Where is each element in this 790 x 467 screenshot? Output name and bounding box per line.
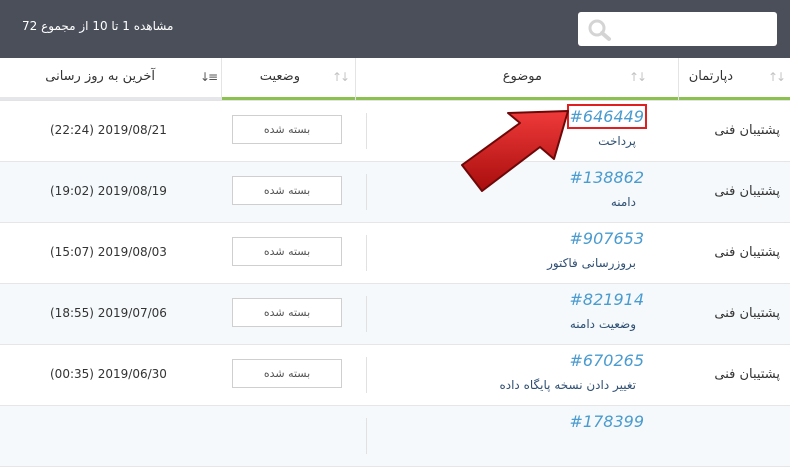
red-arrow-annotation-icon — [461, 110, 569, 192]
column-header-subject[interactable]: موضوع ↑↓ — [356, 58, 678, 100]
column-header-department[interactable]: دپارتمان ↑↓ — [679, 58, 790, 100]
column-header-last-updated[interactable]: آخرین به روز رسانی ↓≡ — [0, 58, 221, 100]
department-cell: پشتیبان فنی — [714, 123, 780, 138]
last-updated-cell: (00:35) 2019/06/30 — [50, 367, 167, 381]
ticket-id-link[interactable]: #670265 — [570, 351, 644, 370]
status-badge: بسته شده — [232, 298, 342, 327]
table-row[interactable]: پشتیبان فنی #138862 دامنه بسته شده (19:0… — [0, 162, 790, 223]
sort-icon: ↑↓ — [332, 70, 350, 84]
column-label-department: دپارتمان — [688, 69, 733, 84]
table-header: دپارتمان ↑↓ موضوع ↑↓ وضعیت ↑↓ آخرین به ر… — [0, 58, 790, 101]
table-row[interactable]: پشتیبان فنی #821914 وضعیت دامنه بسته شده… — [0, 284, 790, 345]
table-row[interactable]: #178399 — [0, 406, 790, 467]
department-cell: پشتیبان فنی — [714, 245, 780, 260]
ticket-subject-link[interactable]: بروزرسانی فاکتور — [547, 256, 636, 270]
ticket-id-link[interactable]: #138862 — [570, 168, 644, 187]
cell-divider — [366, 357, 367, 393]
status-badge: بسته شده — [232, 176, 342, 205]
cell-divider — [366, 174, 367, 210]
ticket-subject-link[interactable]: تغییر دادن نسخه پایگاه داده — [499, 378, 636, 392]
search-icon — [588, 19, 611, 41]
table-row[interactable]: پشتیبان فنی #646449 پرداخت بسته شده (22:… — [0, 101, 790, 162]
department-cell: پشتیبان فنی — [714, 367, 780, 382]
ticket-id-link[interactable]: #646449 — [566, 104, 648, 129]
top-toolbar: مشاهده 1 تا 10 از مجموع 72 — [0, 0, 790, 58]
column-divider — [355, 58, 356, 100]
column-header-status[interactable]: وضعیت ↑↓ — [222, 58, 355, 100]
ticket-subject-link[interactable]: وضعیت دامنه — [570, 317, 636, 331]
department-cell: پشتیبان فنی — [714, 184, 780, 199]
results-count: مشاهده 1 تا 10 از مجموع 72 — [22, 19, 174, 33]
sort-descending-icon: ↓≡ — [200, 70, 218, 84]
last-updated-cell: (22:24) 2019/08/21 — [50, 123, 167, 137]
ticket-id-link[interactable]: #178399 — [570, 412, 644, 431]
last-updated-cell: (18:55) 2019/07/06 — [50, 306, 167, 320]
search-input[interactable] — [578, 12, 777, 46]
table-row[interactable]: پشتیبان فنی #670265 تغییر دادن نسخه پایگ… — [0, 345, 790, 406]
status-badge: بسته شده — [232, 359, 342, 388]
table-row[interactable]: پشتیبان فنی #907653 بروزرسانی فاکتور بست… — [0, 223, 790, 284]
column-label-last-updated: آخرین به روز رسانی — [45, 69, 155, 84]
last-updated-cell: (15:07) 2019/08/03 — [50, 245, 167, 259]
column-label-status: وضعیت — [259, 69, 300, 84]
sort-icon: ↑↓ — [768, 70, 786, 84]
last-updated-cell: (19:02) 2019/08/19 — [50, 184, 167, 198]
ticket-id-link[interactable]: #907653 — [570, 229, 644, 248]
status-badge: بسته شده — [232, 237, 342, 266]
ticket-subject-link[interactable]: دامنه — [611, 195, 636, 209]
column-divider — [678, 58, 679, 100]
cell-divider — [366, 418, 367, 454]
sort-icon: ↑↓ — [629, 70, 647, 84]
column-divider — [221, 58, 222, 100]
department-cell: پشتیبان فنی — [714, 306, 780, 321]
status-badge: بسته شده — [232, 115, 342, 144]
ticket-id-link[interactable]: #821914 — [570, 290, 644, 309]
ticket-subject-link[interactable]: پرداخت — [598, 134, 636, 148]
cell-divider — [366, 235, 367, 271]
cell-divider — [366, 296, 367, 332]
cell-divider — [366, 113, 367, 149]
column-label-subject: موضوع — [502, 69, 542, 84]
